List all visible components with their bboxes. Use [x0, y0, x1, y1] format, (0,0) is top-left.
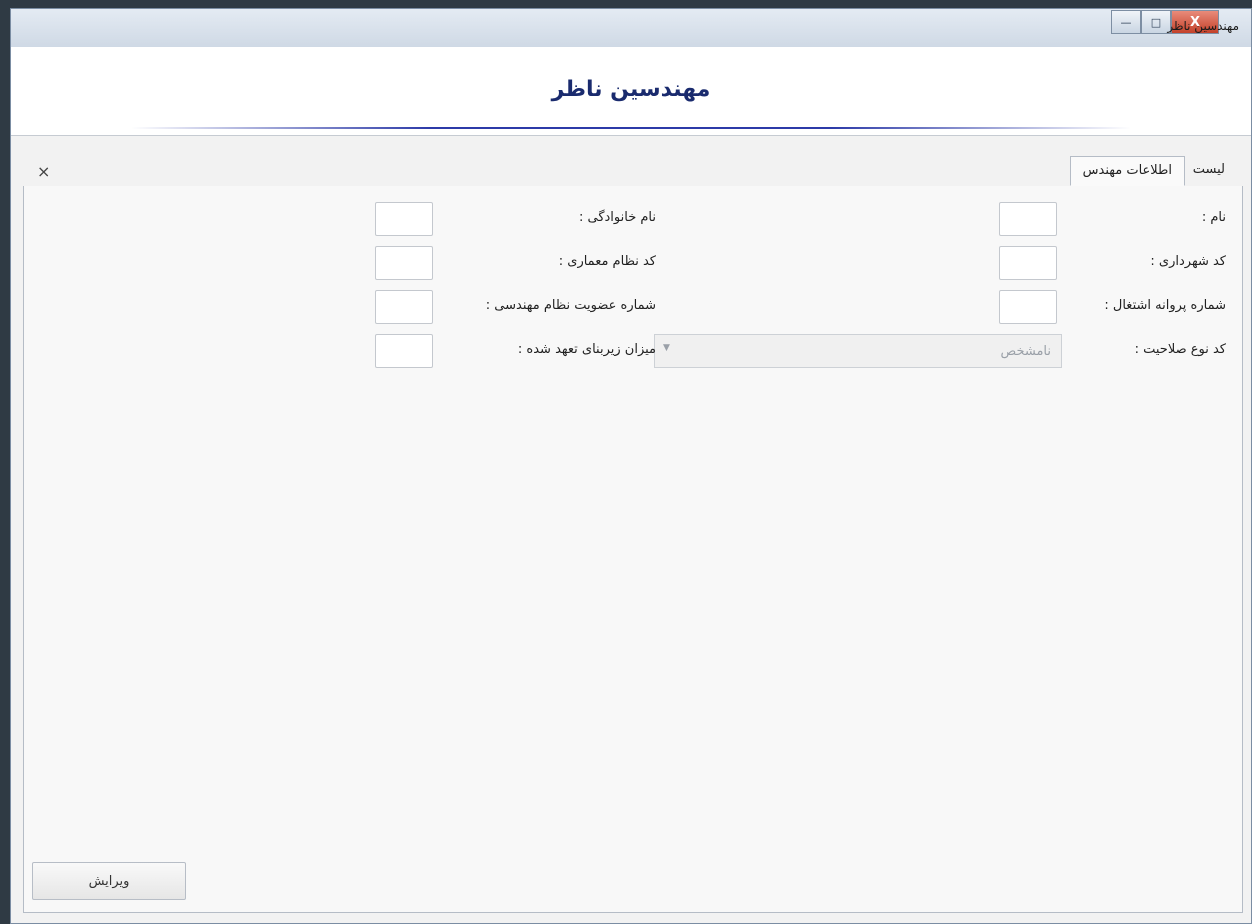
municipality-code-label: کد شهرداری : [1150, 254, 1226, 269]
close-tab-icon[interactable]: × [37, 162, 50, 181]
tab-strip: لیست اطلاعات مهندس × [23, 152, 1243, 187]
header-underline [131, 127, 1131, 129]
first-name-input[interactable] [999, 202, 1057, 236]
competency-code-select[interactable]: نامشخص ▼ [654, 334, 1062, 368]
first-name-label: نام : [1201, 210, 1226, 225]
municipality-code-input[interactable] [999, 246, 1057, 280]
edit-button[interactable]: ویرایش [32, 862, 186, 900]
page-title: مهندسین ناظر [551, 77, 711, 102]
chevron-down-icon[interactable]: ▼ [663, 343, 670, 353]
window-title: مهندسین ناظر [1167, 19, 1239, 33]
last-name-input[interactable] [375, 202, 433, 236]
title-bar: — □ X مهندسین ناظر [11, 9, 1251, 48]
license-number-label: شماره پروانه اشتغال : [1104, 298, 1226, 313]
last-name-label: نام خانوادگی : [578, 210, 656, 225]
license-number-input[interactable] [999, 290, 1057, 324]
architecture-code-input[interactable] [375, 246, 433, 280]
competency-code-value: نامشخص [1000, 344, 1051, 359]
app-window: — □ X مهندسین ناظر مهندسین ناظر لیست اطل… [10, 8, 1252, 924]
engineer-info-panel: نام : نام خانوادگی : کد شهرداری : کد نظا… [23, 186, 1243, 913]
membership-number-input[interactable] [375, 290, 433, 324]
minimize-button[interactable]: — [1111, 10, 1141, 34]
architecture-code-label: کد نظام معماری : [558, 254, 656, 269]
committed-area-input[interactable] [375, 334, 433, 368]
competency-code-label: کد نوع صلاحیت : [1134, 342, 1226, 357]
membership-number-label: شماره عضویت نظام مهندسی : [485, 298, 656, 313]
committed-area-label: میزان زیربنای تعهد شده : [517, 342, 656, 357]
tab-engineer-info[interactable]: اطلاعات مهندس [1069, 156, 1185, 186]
main-content: لیست اطلاعات مهندس × نام : نام خانوادگی … [11, 136, 1251, 923]
page-header: مهندسین ناظر [11, 47, 1251, 135]
tab-list[interactable]: لیست [1181, 156, 1237, 185]
